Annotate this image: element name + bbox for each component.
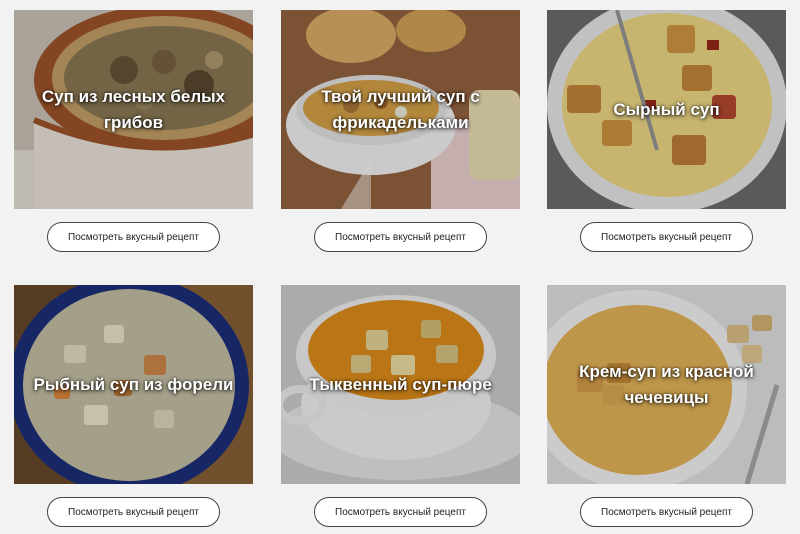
view-recipe-button[interactable]: Посмотреть вкусный рецепт xyxy=(580,497,753,527)
view-recipe-button[interactable]: Посмотреть вкусный рецепт xyxy=(314,497,487,527)
view-recipe-button[interactable]: Посмотреть вкусный рецепт xyxy=(314,222,487,252)
view-recipe-button[interactable]: Посмотреть вкусный рецепт xyxy=(47,497,220,527)
view-recipe-button[interactable]: Посмотреть вкусный рецепт xyxy=(580,222,753,252)
recipe-title: Тыквенный суп-пюре xyxy=(309,374,492,394)
recipe-photo[interactable]: Сырный суп xyxy=(547,10,786,209)
recipe-card: Суп из лесных белых грибов Посмотреть вк… xyxy=(14,10,253,252)
recipe-card: Сырный суп Посмотреть вкусный рецепт xyxy=(547,10,786,252)
recipe-photo[interactable]: Рыбный суп из форели xyxy=(14,285,253,484)
recipe-card: Рыбный суп из форели Посмотреть вкусный … xyxy=(14,285,253,527)
recipe-photo[interactable]: Тыквенный суп-пюре xyxy=(281,285,520,484)
view-recipe-button[interactable]: Посмотреть вкусный рецепт xyxy=(47,222,220,252)
recipe-title: Твой лучший суп с фрикадельками xyxy=(321,86,480,132)
recipe-card: Тыквенный суп-пюре Посмотреть вкусный ре… xyxy=(281,285,520,527)
recipe-card: Крем-суп из красной чечевицы Посмотреть … xyxy=(547,285,786,527)
recipe-card: Твой лучший суп с фрикадельками Посмотре… xyxy=(281,10,520,252)
recipe-photo[interactable]: Суп из лесных белых грибов xyxy=(14,10,253,209)
recipe-photo[interactable]: Твой лучший суп с фрикадельками xyxy=(281,10,520,209)
recipe-photo[interactable]: Крем-суп из красной чечевицы xyxy=(547,285,786,484)
recipe-title: Крем-суп из красной чечевицы xyxy=(579,361,754,407)
recipe-title: Рыбный суп из форели xyxy=(33,374,234,394)
recipe-title: Сырный суп xyxy=(613,99,720,119)
recipe-title: Суп из лесных белых грибов xyxy=(41,86,226,132)
